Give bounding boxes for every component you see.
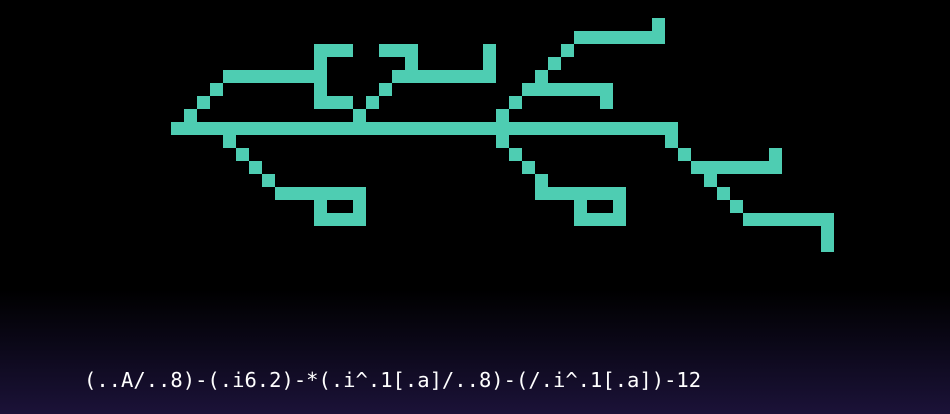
tail-diagonal — [678, 148, 691, 161]
main-trunk — [171, 122, 678, 135]
lower-branch-2 — [574, 200, 587, 213]
down-diagonal-1 — [223, 135, 236, 148]
lower-branch-1 — [314, 213, 366, 226]
tail-diagonal — [691, 161, 704, 174]
bracket-right — [379, 44, 405, 57]
structure-code-text: (..A/..8)-(.i6.2)-*(.i^.1[.a]/..8)-(/.i^… — [84, 368, 702, 392]
tail-diagonal-2 — [717, 187, 730, 200]
down-diagonal-1 — [262, 174, 275, 187]
up-diagonal-4 — [548, 57, 561, 70]
up-diagonal-2 — [379, 83, 392, 96]
left-up-diagonal — [184, 109, 197, 122]
down-diagonal-2 — [496, 135, 509, 148]
up-diagonal-3 — [509, 96, 522, 109]
bracket-left — [327, 44, 353, 57]
hook-branch — [600, 96, 613, 109]
upper-right-branch — [483, 44, 496, 83]
bracket-left — [327, 96, 353, 109]
tail-diagonal-2 — [730, 200, 743, 213]
tail-diagonal — [665, 135, 678, 148]
bracket-left — [314, 44, 327, 109]
up-diagonal-2 — [353, 109, 366, 122]
lower-branch-2 — [574, 213, 626, 226]
down-diagonal-2 — [535, 174, 548, 187]
upper-right-branch — [418, 70, 483, 83]
bracket-right — [405, 44, 418, 83]
left-up-diagonal — [210, 83, 223, 96]
up-diagonal-3 — [496, 109, 509, 122]
down-diagonal-1 — [249, 161, 262, 174]
lower-branch-1 — [275, 187, 366, 200]
lower-branch-1 — [314, 200, 327, 213]
upper-left-branch — [223, 70, 314, 83]
pixel-art-structure — [171, 18, 834, 252]
top-branch — [652, 18, 665, 44]
tail-end — [821, 226, 834, 252]
up-diagonal-4 — [561, 44, 574, 57]
down-diagonal-2 — [522, 161, 535, 174]
left-up-diagonal — [197, 96, 210, 109]
down-diagonal-2 — [509, 148, 522, 161]
down-diagonal-1 — [236, 148, 249, 161]
up-diagonal-3 — [535, 70, 548, 83]
tail-end — [743, 213, 834, 226]
lower-branch-2 — [535, 187, 626, 200]
up-diagonal-2 — [392, 70, 405, 83]
hook-branch — [522, 83, 613, 96]
tail-hook — [704, 161, 782, 174]
top-branch — [574, 31, 652, 44]
tail-diagonal-2 — [704, 174, 717, 187]
up-diagonal-2 — [366, 96, 379, 109]
tail-hook — [769, 148, 782, 161]
